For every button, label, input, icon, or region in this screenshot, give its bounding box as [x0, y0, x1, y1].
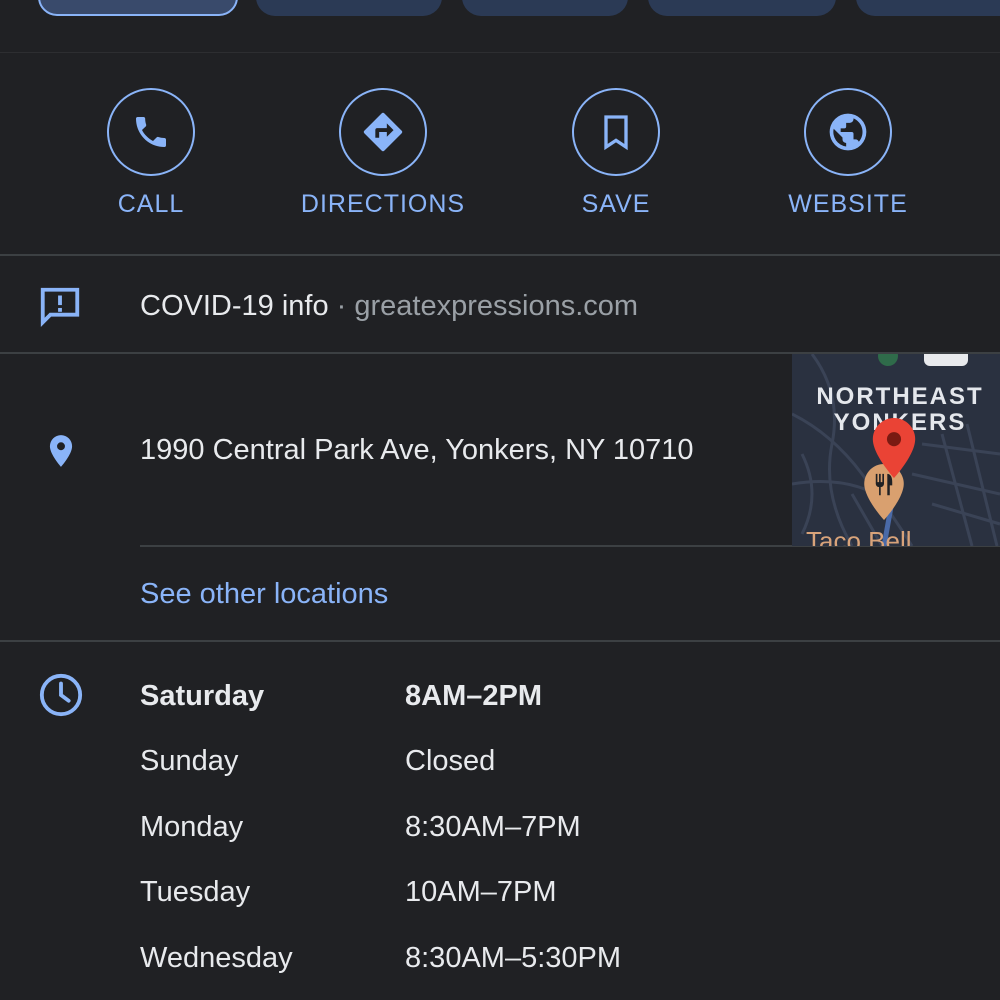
- directions-label: DIRECTIONS: [300, 190, 466, 218]
- hours-time: 8:30AM–5:30PM: [405, 942, 622, 974]
- map-thumbnail[interactable]: NORTHEAST YONKERS Taco Bell: [792, 354, 1000, 546]
- website-label: WEBSITE: [788, 190, 908, 218]
- phone-icon: [136, 117, 166, 147]
- category-chip[interactable]: [256, 0, 442, 16]
- covid-info-site[interactable]: greatexpressions.com: [354, 290, 638, 322]
- hours-time: 8:30AM–7PM: [405, 811, 581, 843]
- hours-day: Monday: [140, 811, 244, 843]
- alert-message-icon: [36, 284, 84, 335]
- address-text[interactable]: 1990 Central Park Ave, Yonkers, NY 10710: [140, 434, 694, 467]
- covid-info-text: COVID-19 info · greatexpressions.com: [140, 290, 638, 323]
- globe-icon: [829, 113, 867, 151]
- save-button[interactable]: SAVE: [500, 88, 732, 219]
- directions-icon: [363, 112, 403, 152]
- category-chip[interactable]: [856, 0, 1000, 16]
- call-label: CALL: [117, 190, 185, 218]
- directions-button[interactable]: DIRECTIONS: [267, 88, 499, 219]
- category-chip[interactable]: [38, 0, 238, 16]
- hours-day: Saturday: [140, 680, 265, 712]
- hours-day: Wednesday: [140, 942, 293, 974]
- covid-info-row[interactable]: COVID-19 info · greatexpressions.com: [0, 256, 1000, 354]
- action-buttons: CALL DIRECTIONS SAVE WEBSITE: [0, 52, 1000, 256]
- call-button[interactable]: CALL: [35, 88, 267, 219]
- map-pin-icon: [872, 418, 916, 478]
- bookmark-icon: [604, 115, 628, 151]
- hours-section[interactable]: Saturday 8AM–2PM Sunday Closed Monday 8:…: [0, 642, 1000, 1000]
- website-button-circle[interactable]: [804, 88, 892, 176]
- category-chip-row: [0, 0, 1000, 53]
- hours-day: Sunday: [140, 745, 239, 777]
- covid-info-label: COVID-19 info: [140, 290, 329, 322]
- save-button-circle[interactable]: [572, 88, 660, 176]
- map-place-line1: NORTHEAST: [816, 383, 984, 410]
- category-chip[interactable]: [648, 0, 836, 16]
- hours-time: 8AM–2PM: [405, 680, 542, 712]
- category-chip[interactable]: [462, 0, 628, 16]
- hours-day: Tuesday: [140, 876, 251, 908]
- address-section: 1990 Central Park Ave, Yonkers, NY 10710…: [0, 354, 1000, 642]
- save-label: SAVE: [581, 190, 651, 218]
- location-pin-icon: [42, 428, 80, 479]
- clock-icon: [38, 672, 84, 723]
- covid-info-separator: ·: [336, 290, 347, 322]
- call-button-circle[interactable]: [107, 88, 195, 176]
- map-poi-label: Taco Bell: [806, 526, 912, 546]
- place-details-panel: CALL DIRECTIONS SAVE WEBSITE COVID-19 in…: [0, 0, 1000, 1000]
- hours-time: 10AM–7PM: [405, 876, 557, 908]
- see-other-locations-link[interactable]: See other locations: [140, 578, 388, 611]
- directions-button-circle[interactable]: [339, 88, 427, 176]
- hours-time: Closed: [405, 745, 496, 777]
- website-button[interactable]: WEBSITE: [732, 88, 964, 219]
